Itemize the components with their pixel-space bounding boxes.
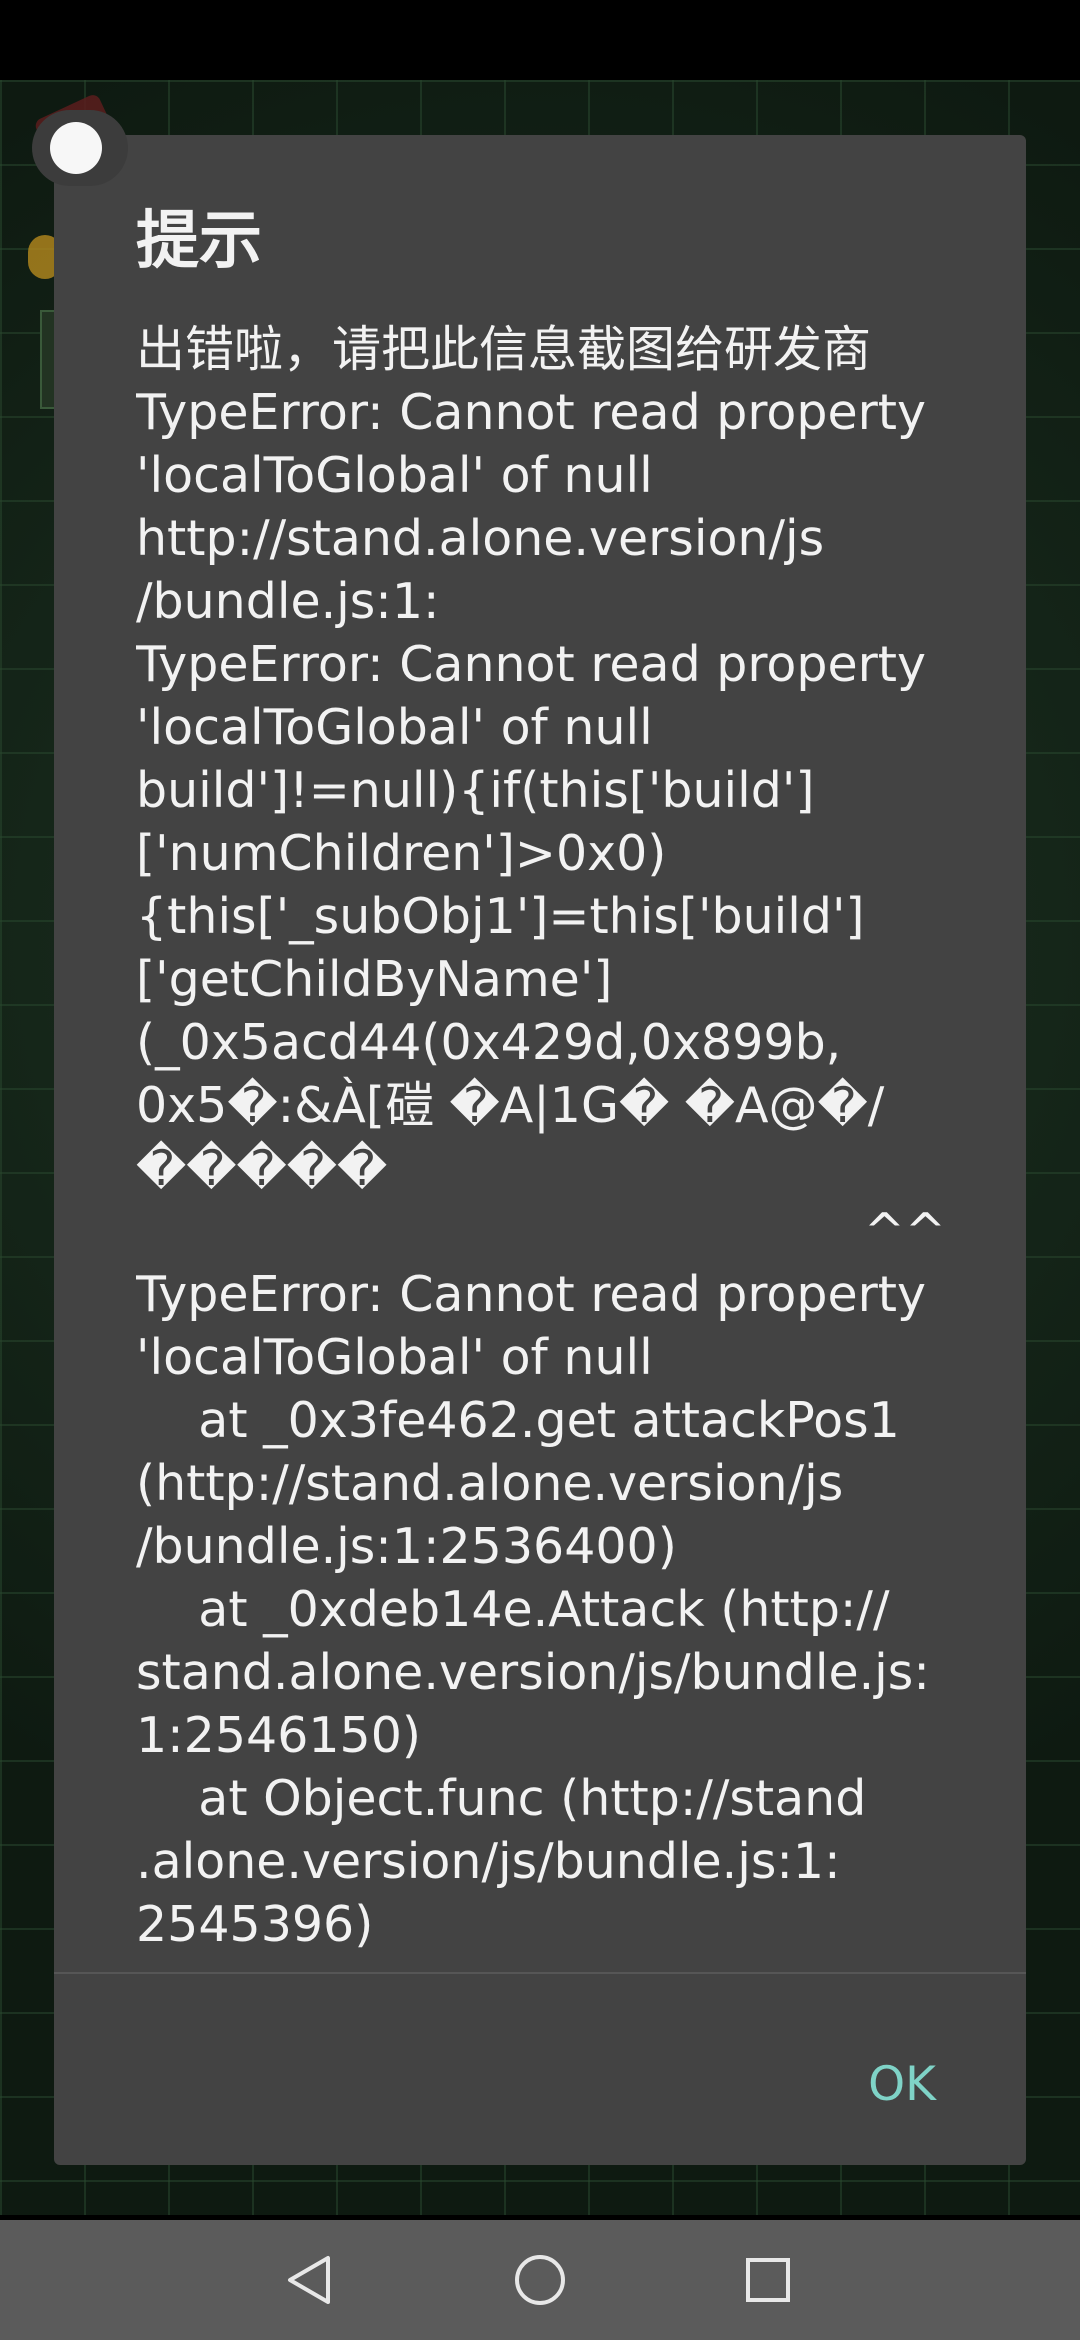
- message-line: at Object.func (http://stand: [136, 1770, 867, 1827]
- message-line: ^^: [863, 1203, 946, 1260]
- message-line: /bundle.js:1:: [136, 573, 440, 630]
- message-line: {this['_subObj1']=this['build']: [136, 888, 865, 945]
- status-bar: [0, 0, 1080, 80]
- message-line: at _0xdeb14e.Attack (http://: [136, 1581, 890, 1638]
- back-triangle-icon: [288, 2256, 330, 2304]
- ok-button[interactable]: OK: [832, 2035, 972, 2135]
- message-line: .alone.version/js/bundle.js:1:: [136, 1833, 841, 1890]
- message-line: 出错啦，请把此信息截图给研发商: [136, 321, 872, 378]
- message-line: http://stand.alone.version/js: [136, 510, 825, 567]
- navigation-bar: [0, 2220, 1080, 2340]
- dialog-divider: [54, 1972, 1026, 1974]
- home-button[interactable]: [480, 2220, 600, 2340]
- message-line: ['getChildByName']: [136, 951, 613, 1008]
- message-line: TypeError: Cannot read property: [136, 384, 927, 441]
- screen: 提示 出错啦，请把此信息截图给研发商 TypeError: Cannot read…: [0, 0, 1080, 2340]
- back-button[interactable]: [250, 2220, 370, 2340]
- message-line: �����: [136, 1140, 388, 1197]
- message-line: /bundle.js:1:2536400): [136, 1518, 677, 1575]
- message-line: 'localToGlobal' of null: [136, 447, 653, 504]
- message-line: TypeError: Cannot read property: [136, 636, 927, 693]
- home-circle-icon: [515, 2255, 565, 2305]
- recents-square-icon: [746, 2258, 790, 2302]
- message-line: stand.alone.version/js/bundle.js:: [136, 1644, 930, 1701]
- message-line: 1:2546150): [136, 1707, 422, 1764]
- dialog-message[interactable]: 出错啦，请把此信息截图给研发商 TypeError: Cannot read pr…: [136, 318, 946, 1973]
- message-line: 2545396): [136, 1896, 374, 1953]
- message-line: at _0x3fe462.get attackPos1: [136, 1392, 900, 1449]
- message-line: ['numChildren']>0x0): [136, 825, 667, 882]
- dialog-title: 提示: [136, 204, 262, 277]
- recents-button[interactable]: [708, 2220, 828, 2340]
- message-line: 'localToGlobal' of null: [136, 699, 653, 756]
- floating-toggle-knob[interactable]: [50, 122, 102, 174]
- message-line: 0x5�:&À[磑 �A|1G� �A@�/: [136, 1077, 885, 1134]
- error-dialog: 提示 出错啦，请把此信息截图给研发商 TypeError: Cannot read…: [54, 135, 1026, 2165]
- message-line: (_0x5acd44(0x429d,0x899b,: [136, 1014, 842, 1071]
- message-line: build']!=null){if(this['build']: [136, 762, 815, 819]
- message-line: 'localToGlobal' of null: [136, 1329, 653, 1386]
- message-line: TypeError: Cannot read property: [136, 1266, 927, 1323]
- message-line: (http://stand.alone.version/js: [136, 1455, 844, 1512]
